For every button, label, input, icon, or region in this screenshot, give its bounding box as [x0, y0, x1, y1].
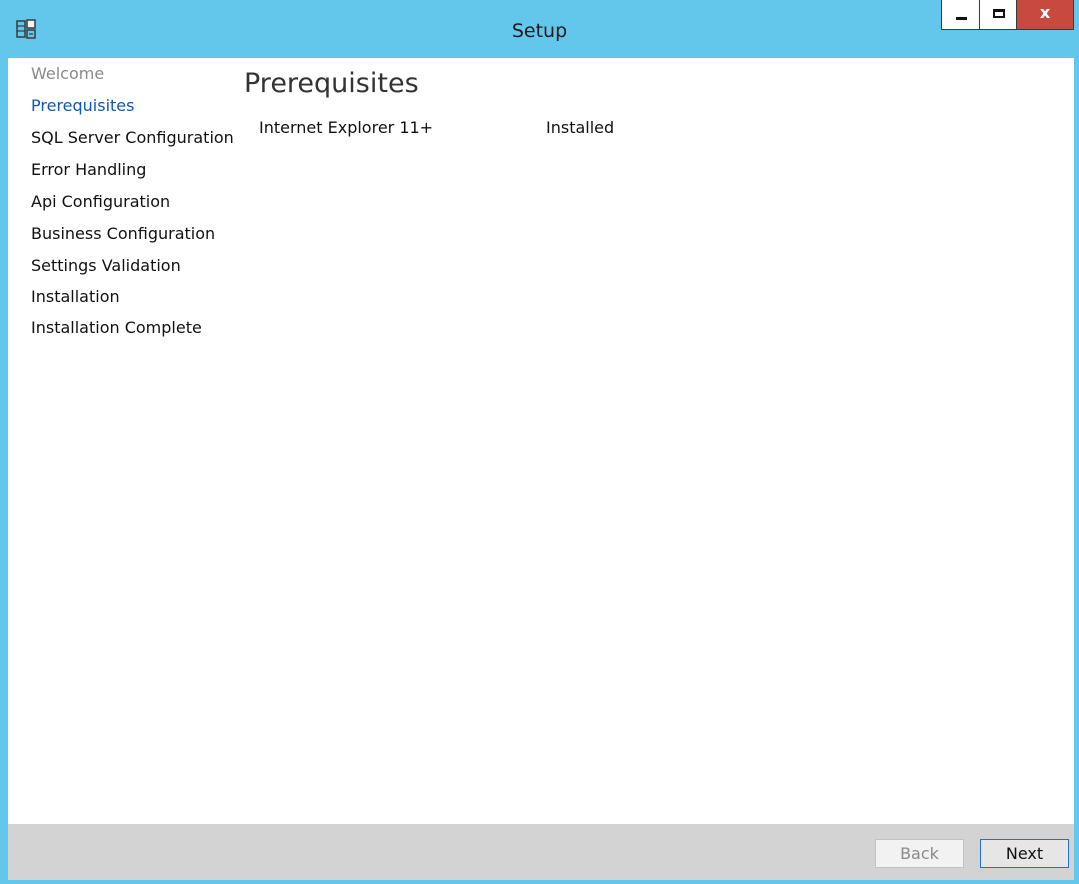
- minimize-button[interactable]: [941, 0, 980, 30]
- sidebar-item-prerequisites[interactable]: Prerequisites: [31, 96, 134, 115]
- sidebar-item-sql-server-configuration[interactable]: SQL Server Configuration: [31, 128, 234, 147]
- sidebar-item-installation[interactable]: Installation: [31, 287, 120, 306]
- setup-window: Setup x Welcome Prerequisites SQL Server…: [0, 0, 1079, 884]
- setup-client-area: Welcome Prerequisites SQL Server Configu…: [8, 58, 1074, 880]
- title-bar[interactable]: Setup x: [0, 0, 1079, 58]
- sidebar-item-installation-complete[interactable]: Installation Complete: [31, 318, 202, 337]
- sidebar-item-error-handling[interactable]: Error Handling: [31, 160, 146, 179]
- page-title: Prerequisites: [244, 68, 419, 99]
- sidebar-item-business-configuration[interactable]: Business Configuration: [31, 224, 215, 243]
- back-button[interactable]: Back: [875, 839, 964, 868]
- window-title: Setup: [511, 20, 568, 42]
- close-icon: x: [1039, 3, 1051, 22]
- prerequisite-row: Internet Explorer 11+ Installed: [259, 118, 859, 142]
- sidebar-item-settings-validation[interactable]: Settings Validation: [31, 256, 181, 275]
- prerequisite-name: Internet Explorer 11+: [259, 118, 434, 137]
- button-bar: Back Next: [8, 824, 1074, 880]
- sidebar-item-welcome[interactable]: Welcome: [31, 64, 104, 83]
- close-button[interactable]: x: [1016, 0, 1074, 30]
- maximize-button[interactable]: [979, 0, 1017, 30]
- next-button[interactable]: Next: [980, 839, 1069, 868]
- maximize-icon: [993, 9, 1005, 18]
- minimize-icon: [956, 17, 967, 20]
- prerequisite-status: Installed: [546, 118, 615, 137]
- sidebar-item-api-configuration[interactable]: Api Configuration: [31, 192, 170, 211]
